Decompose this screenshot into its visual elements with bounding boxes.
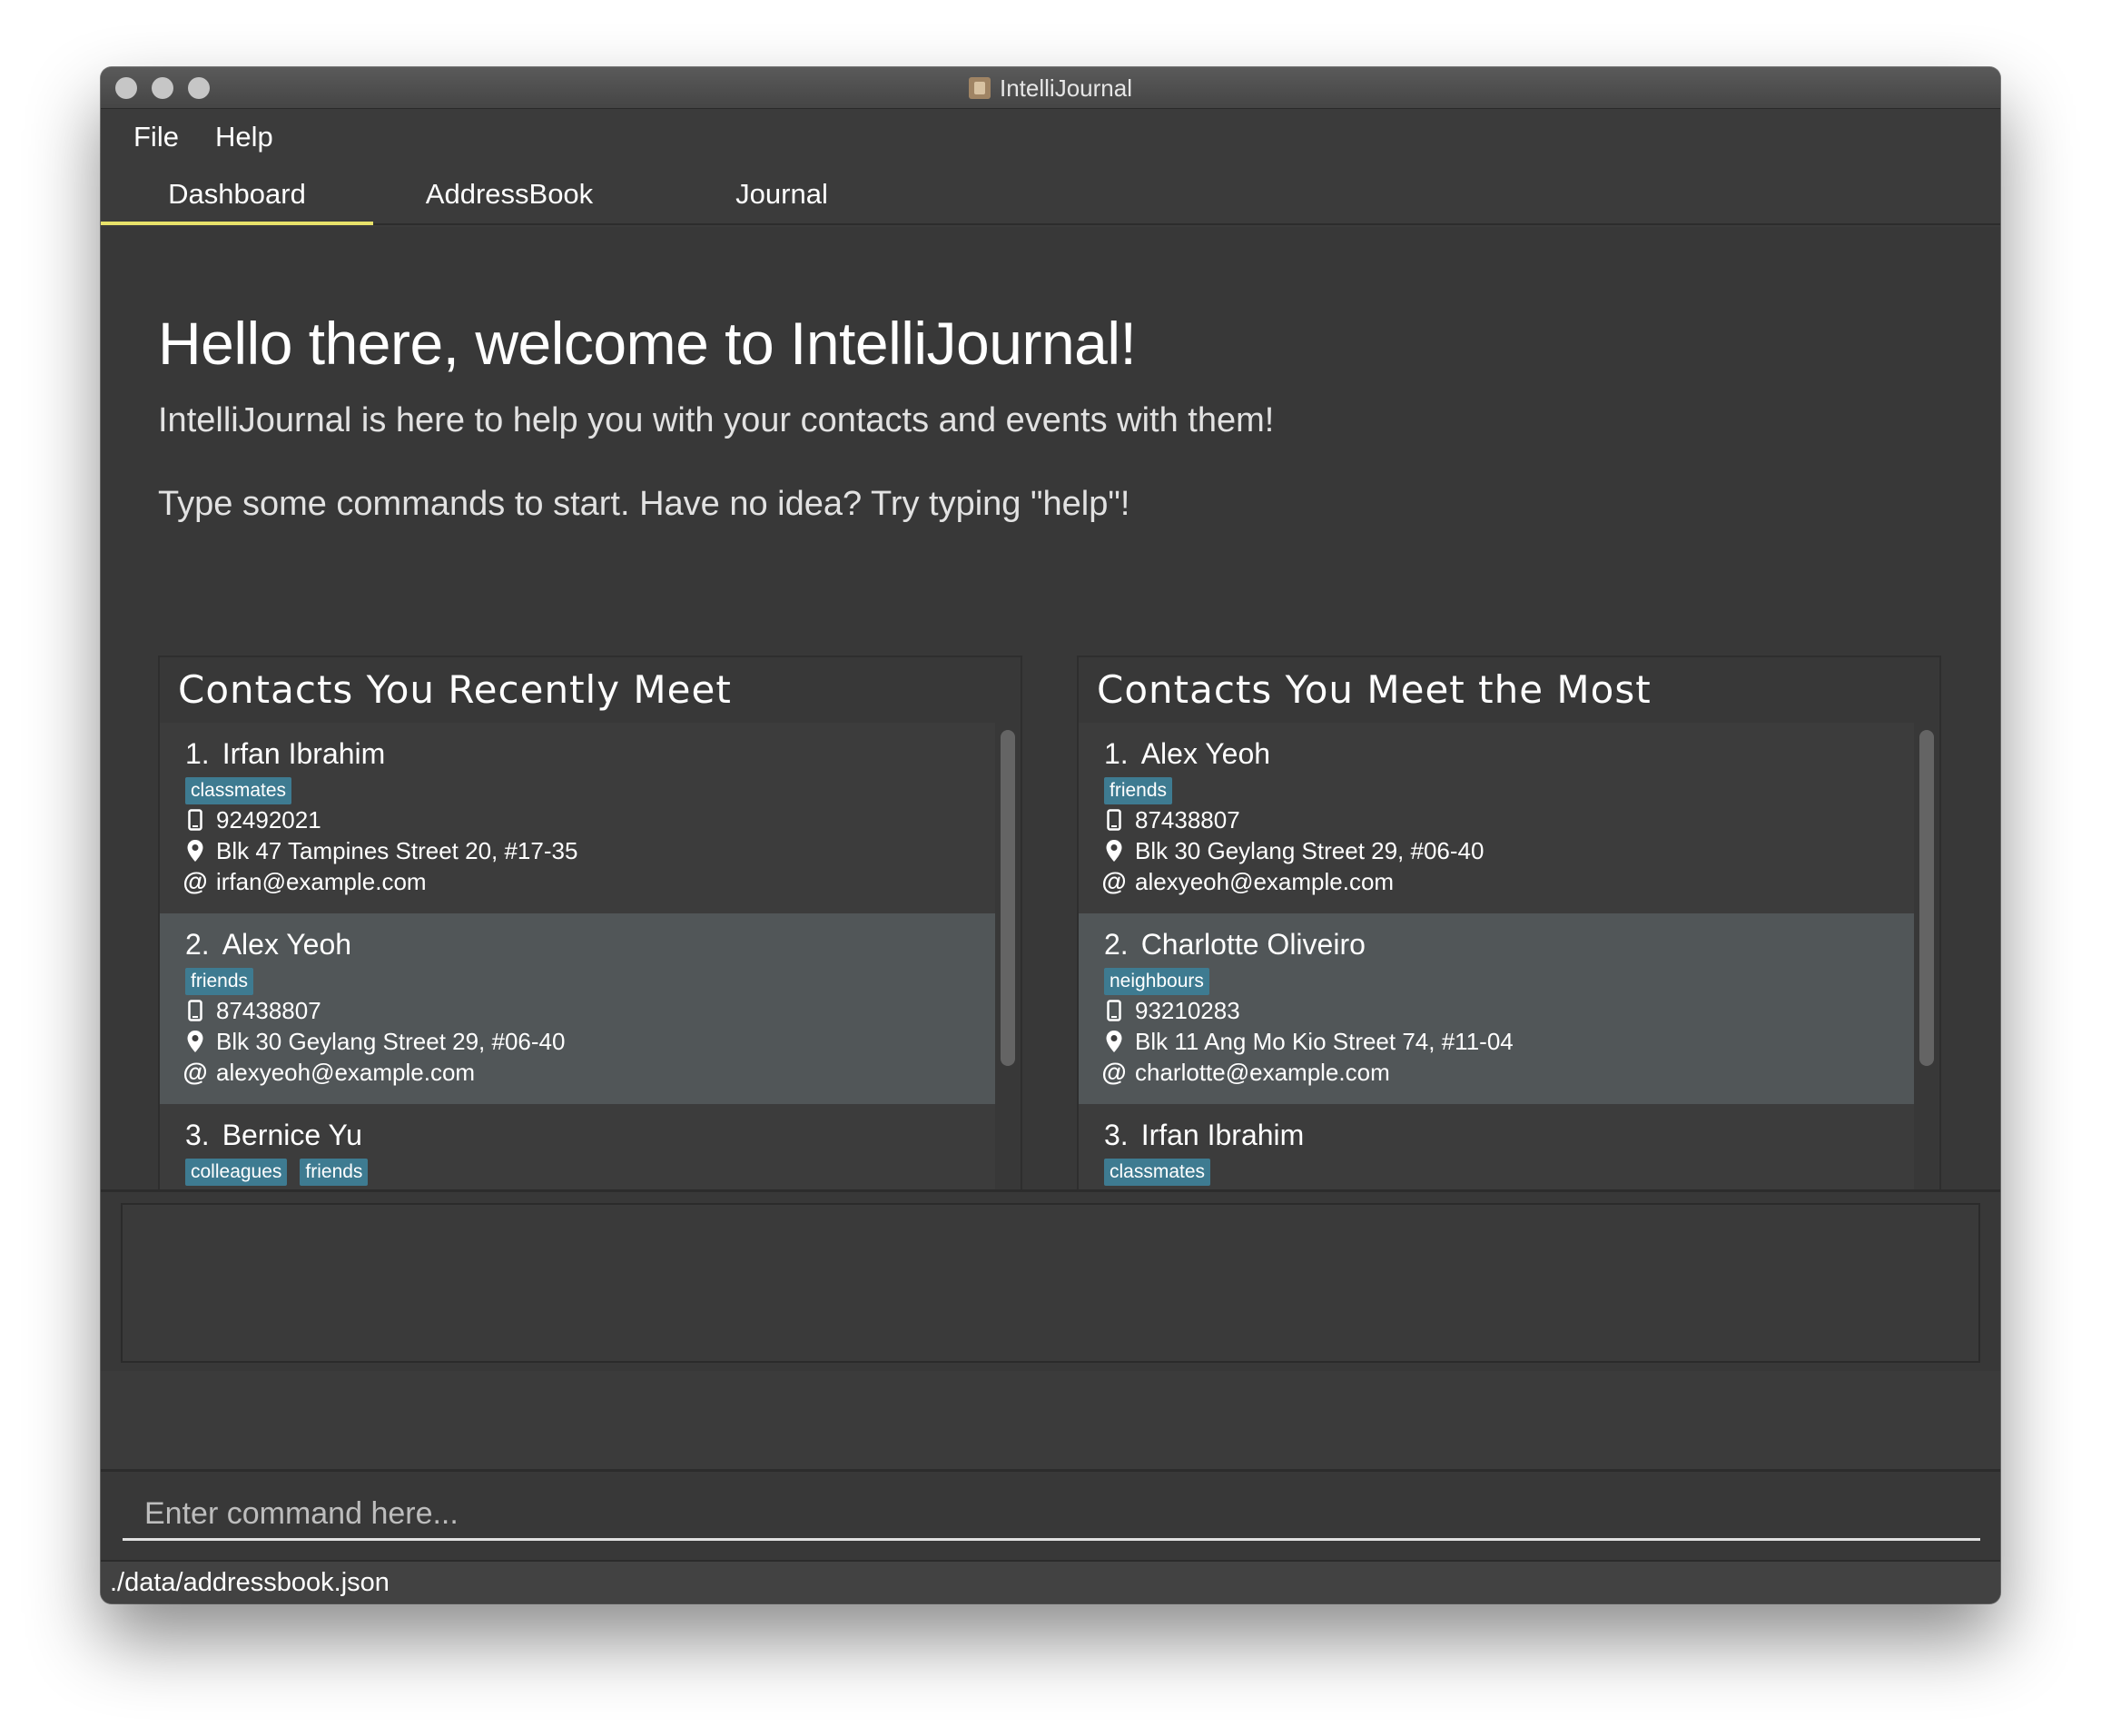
contact-address: Blk 47 Tampines Street 20, #17-35 [216,836,578,864]
save-file-path: ./data/addressbook.json [110,1567,390,1597]
contact-index: 2. [185,928,210,961]
contact-email: charlotte@example.com [1135,1058,1390,1086]
tab-journal[interactable]: Journal [646,165,918,223]
app-icon [969,77,991,99]
phone-icon [1104,809,1124,831]
command-input[interactable] [123,1490,1980,1541]
at-sign-icon: @ [182,1058,208,1086]
welcome-subtitle: IntelliJournal is here to help you with … [158,401,1275,439]
welcome-hint: Type some commands to start. Have no ide… [158,485,1130,523]
result-display-area [101,1189,2000,1371]
contact-card[interactable]: 2. Alex Yeoh friends 87438807 Blk 30 Gey… [160,913,995,1104]
contact-name: Irfan Ibrahim [222,737,386,770]
contact-index: 3. [1104,1119,1129,1151]
contact-card[interactable]: 2. Charlotte Oliveiro neighbours 9321028… [1079,913,1914,1104]
recent-contacts-title: Contacts You Recently Meet [178,666,732,712]
contact-index: 1. [1104,737,1129,770]
contact-phone: 93210283 [1135,996,1240,1024]
command-box-area [101,1469,2000,1560]
contact-address: Blk 30 Geylang Street 29, #06-40 [216,1027,566,1055]
contact-card[interactable]: 1. Irfan Ibrahim classmates 92492021 Blk… [160,723,995,913]
contact-phone: 87438807 [1135,805,1240,833]
contact-index: 1. [185,737,210,770]
tab-addressbook[interactable]: AddressBook [373,165,646,223]
contact-name: Irfan Ibrahim [1140,1119,1305,1151]
status-bar: ./data/addressbook.json [101,1560,2000,1603]
app-window: IntelliJournal File Help Dashboard Addre… [101,67,2000,1603]
result-display-box[interactable] [121,1203,1980,1363]
contact-address: Blk 30 Geylang Street 29, #06-40 [1135,836,1485,864]
contact-name: Charlotte Oliveiro [1140,928,1366,961]
contact-email: alexyeoh@example.com [1135,867,1395,895]
contact-index: 3. [185,1119,210,1151]
tab-dashboard[interactable]: Dashboard [101,165,373,225]
contact-email: alexyeoh@example.com [216,1058,476,1086]
menu-bar: File Help [101,109,2000,165]
contact-tag: neighbours [1104,968,1209,995]
phone-icon [185,1000,205,1021]
at-sign-icon: @ [1101,867,1127,895]
contact-name: Alex Yeoh [1140,737,1271,770]
tab-bar: Dashboard AddressBook Journal [101,165,2000,225]
contact-tags: friends [1104,777,1914,804]
menu-help[interactable]: Help [215,121,273,153]
phone-icon [1104,1000,1124,1021]
contact-tag: friends [1104,777,1173,804]
contact-address: Blk 11 Ang Mo Kio Street 74, #11-04 [1135,1027,1514,1055]
contact-tags: classmates [1104,1159,1914,1186]
most-met-contacts-title: Contacts You Meet the Most [1097,666,1652,712]
contact-tags: classmates [185,777,995,804]
contact-name: Alex Yeoh [222,928,352,961]
title-bar: IntelliJournal [101,67,2000,109]
contact-tags: friends [185,968,995,995]
contact-tag: classmates [185,777,292,804]
welcome-heading: Hello there, welcome to IntelliJournal! [158,310,1137,377]
contact-phone: 92492021 [216,805,321,833]
location-pin-icon [185,1030,205,1053]
menu-file[interactable]: File [133,121,179,153]
dashboard-content: Hello there, welcome to IntelliJournal! … [101,227,2000,1342]
location-pin-icon [185,839,205,863]
at-sign-icon: @ [1101,1058,1127,1086]
location-pin-icon [1104,839,1124,863]
location-pin-icon [1104,1030,1124,1053]
window-title: IntelliJournal [1000,74,1132,102]
recent-contacts-scrollbar[interactable] [1001,730,1015,1066]
contact-name: Bernice Yu [222,1119,362,1151]
contact-tags: neighbours [1104,968,1914,995]
contact-email: irfan@example.com [216,867,427,895]
contact-tags: colleagues friends [185,1159,995,1186]
phone-icon [185,809,205,831]
at-sign-icon: @ [182,867,208,895]
contact-tag: classmates [1104,1159,1211,1186]
contact-tag: friends [185,968,254,995]
contact-tag: friends [300,1159,369,1186]
most-met-contacts-scrollbar[interactable] [1919,730,1934,1066]
contact-phone: 87438807 [216,996,321,1024]
contact-index: 2. [1104,928,1129,961]
contact-tag: colleagues [185,1159,288,1186]
contact-card[interactable]: 1. Alex Yeoh friends 87438807 Blk 30 Gey… [1079,723,1914,913]
